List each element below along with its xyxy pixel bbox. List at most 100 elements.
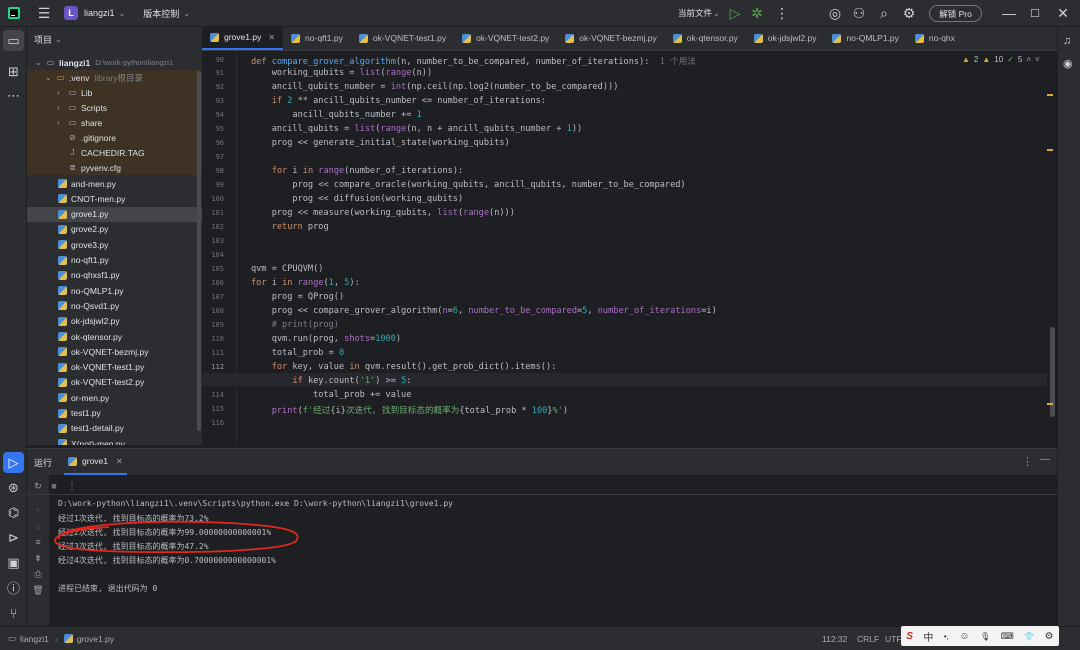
- chevron-up-icon[interactable]: ˄: [1026, 55, 1031, 64]
- run-tool-icon[interactable]: ▷: [3, 452, 24, 473]
- tree-file[interactable]: and-men.py: [27, 176, 202, 191]
- tree-file[interactable]: test1.py: [27, 406, 202, 421]
- more-actions-icon[interactable]: ⋮: [771, 2, 793, 24]
- tab-grove1-py[interactable]: grove1.py ✕: [202, 27, 284, 50]
- tree-file[interactable]: ⊘ .gitignore: [27, 130, 202, 145]
- ime-settings-icon[interactable]: ⚙: [1045, 631, 1054, 642]
- search-icon[interactable]: ⌕: [873, 2, 895, 24]
- project-badge[interactable]: L: [64, 6, 78, 20]
- tree-file[interactable]: no-qhxsf1.py: [27, 268, 202, 283]
- tree-file[interactable]: CNOT-men.py: [27, 191, 202, 206]
- ai-chat-icon[interactable]: ◉: [1063, 57, 1073, 70]
- services-icon[interactable]: ⊳: [3, 527, 24, 548]
- tree-file[interactable]: grove3.py: [27, 237, 202, 252]
- run-config-selector[interactable]: 当前文件: [678, 7, 712, 19]
- add-user-icon[interactable]: ⚇: [848, 2, 870, 24]
- scrollbar[interactable]: [197, 71, 201, 431]
- tree-file[interactable]: no-QMLP1.py: [27, 283, 202, 298]
- project-tool-icon[interactable]: ▭: [3, 30, 24, 51]
- unlock-pro-button[interactable]: 解锁 Pro: [929, 5, 982, 22]
- chevron-down-icon[interactable]: ˅: [1035, 55, 1040, 64]
- sogou-logo-icon[interactable]: S: [906, 631, 913, 642]
- status-project[interactable]: liangzi1: [20, 634, 49, 644]
- tree-folder[interactable]: › ▭ share: [27, 115, 202, 130]
- tab-ok-vqnet-test1-py[interactable]: ok-VQNET-test1.py: [351, 27, 454, 50]
- tree-file[interactable]: no-Qsvd1.py: [27, 298, 202, 313]
- tree-file[interactable]: grove1.py: [27, 206, 202, 222]
- ime-punctuation[interactable]: •,: [944, 632, 949, 641]
- debug-icon[interactable]: ✲: [746, 2, 768, 24]
- up-arrow-icon[interactable]: ↑: [31, 503, 45, 517]
- tab-ok-vqnet-test2-py[interactable]: ok-VQNET-test2.py: [454, 27, 557, 50]
- tree-file[interactable]: ≣ pyvenv.cfg: [27, 160, 202, 175]
- soft-wrap-icon[interactable]: ≡: [31, 535, 45, 549]
- tree-folder[interactable]: › ▭ Lib: [27, 85, 202, 100]
- main-menu-icon[interactable]: ☰: [33, 2, 55, 24]
- inspection-widget[interactable]: ▲ 2 ▲ 10 ✓ 5 ˄ ˅: [962, 55, 1040, 64]
- python-file-icon: [914, 33, 924, 43]
- scroll-to-end-icon[interactable]: ⇟: [31, 551, 45, 565]
- more-options-icon[interactable]: ⋮: [1022, 455, 1033, 468]
- line-number: 94: [215, 111, 224, 119]
- down-arrow-icon[interactable]: ↓: [31, 519, 45, 533]
- maximize-icon[interactable]: ☐: [1024, 2, 1046, 24]
- emoji-icon[interactable]: ☺: [959, 631, 969, 642]
- python-packages-icon[interactable]: ⊛: [3, 477, 24, 498]
- project-panel-title[interactable]: 项目: [34, 33, 52, 46]
- problems-icon[interactable]: ⓘ: [3, 577, 24, 598]
- caret-position[interactable]: 112:32: [822, 634, 847, 644]
- more-tools-icon[interactable]: ⋯: [3, 85, 24, 106]
- tree-file[interactable]: no-qft1.py: [27, 253, 202, 268]
- tab-ok-jdsjwl2-py[interactable]: ok-jdsjwl2.py: [746, 27, 825, 50]
- tree-file[interactable]: test1-detail.py: [27, 421, 202, 436]
- tree-file[interactable]: ok-qtensor.py: [27, 329, 202, 344]
- tab-ok-vqnet-bezmj-py[interactable]: ok-VQNET-bezmj.py: [557, 27, 664, 50]
- tab-no-qmlp1-py[interactable]: no-QMLP1.py: [824, 27, 906, 50]
- project-switcher[interactable]: liangzi1: [84, 8, 115, 18]
- close-icon[interactable]: ✕: [268, 33, 275, 42]
- terminal-icon[interactable]: ▣: [3, 552, 24, 573]
- tree-folder[interactable]: › ▭ Scripts: [27, 100, 202, 115]
- code-line: print(f'经过{i}次迭代, 找到目标态的概率为{total_prob *…: [271, 406, 569, 416]
- notifications-icon[interactable]: ♫: [1063, 35, 1071, 47]
- minimize-icon[interactable]: —: [998, 2, 1020, 24]
- tree-file[interactable]: ok-VQNET-test2.py: [27, 375, 202, 390]
- tree-file[interactable]: ok-jdsjwl2.py: [27, 314, 202, 329]
- code-line: for key, value in qvm.result().get_prob_…: [271, 362, 557, 372]
- microphone-icon[interactable]: 🎙: [980, 632, 990, 641]
- tab-no-qhx[interactable]: no-qhx: [907, 27, 963, 50]
- keyboard-icon[interactable]: ⌨: [1001, 631, 1014, 642]
- close-icon[interactable]: ✕: [1052, 2, 1074, 24]
- status-file[interactable]: grove1.py: [77, 634, 114, 644]
- minimize-panel-icon[interactable]: —: [1040, 454, 1050, 465]
- tree-file[interactable]: J CACHEDIR.TAG: [27, 145, 202, 160]
- tree-file[interactable]: ok-VQNET-test1.py: [27, 360, 202, 375]
- rerun-icon[interactable]: ↻: [31, 479, 45, 493]
- ai-assistant-icon[interactable]: ◎: [824, 2, 846, 24]
- python-console-icon[interactable]: ⌬: [3, 502, 24, 523]
- git-icon[interactable]: ⑂: [3, 603, 24, 624]
- structure-tool-icon[interactable]: ⊞: [3, 61, 24, 82]
- tab-no-qft1-py[interactable]: no-qft1.py: [283, 27, 351, 50]
- tree-file[interactable]: or-men.py: [27, 390, 202, 405]
- settings-icon[interactable]: ⚙: [898, 2, 920, 24]
- close-icon[interactable]: ✕: [116, 457, 123, 466]
- tree-root[interactable]: ⌄ ▭ liangzi1 D:\work-python\liangzi1: [27, 55, 202, 70]
- tab-ok-qtensor-py[interactable]: ok-qtensor.py: [665, 27, 746, 50]
- tree-file[interactable]: ok-VQNET-bezmj.py: [27, 344, 202, 359]
- tree-file[interactable]: grove2.py: [27, 222, 202, 237]
- line-ending[interactable]: CRLF: [857, 634, 879, 644]
- tree-venv[interactable]: ⌄ ▭ .venv library根目录: [27, 70, 202, 85]
- tree-file[interactable]: X(not)-men.py: [27, 436, 202, 445]
- folder-label: share: [81, 117, 103, 128]
- trash-icon[interactable]: 🗑: [31, 583, 45, 597]
- print-icon[interactable]: ⎙: [31, 567, 45, 581]
- file-encoding[interactable]: UTF: [885, 634, 902, 644]
- more-options-icon[interactable]: ⋮: [65, 479, 79, 493]
- run-icon[interactable]: ▷: [724, 2, 746, 24]
- skin-icon[interactable]: 👕: [1024, 632, 1034, 641]
- ime-language[interactable]: 中: [923, 629, 933, 644]
- vcs-menu[interactable]: 版本控制: [143, 7, 179, 20]
- run-tab[interactable]: grove1 ✕: [64, 449, 127, 475]
- stop-icon[interactable]: ■: [47, 479, 61, 493]
